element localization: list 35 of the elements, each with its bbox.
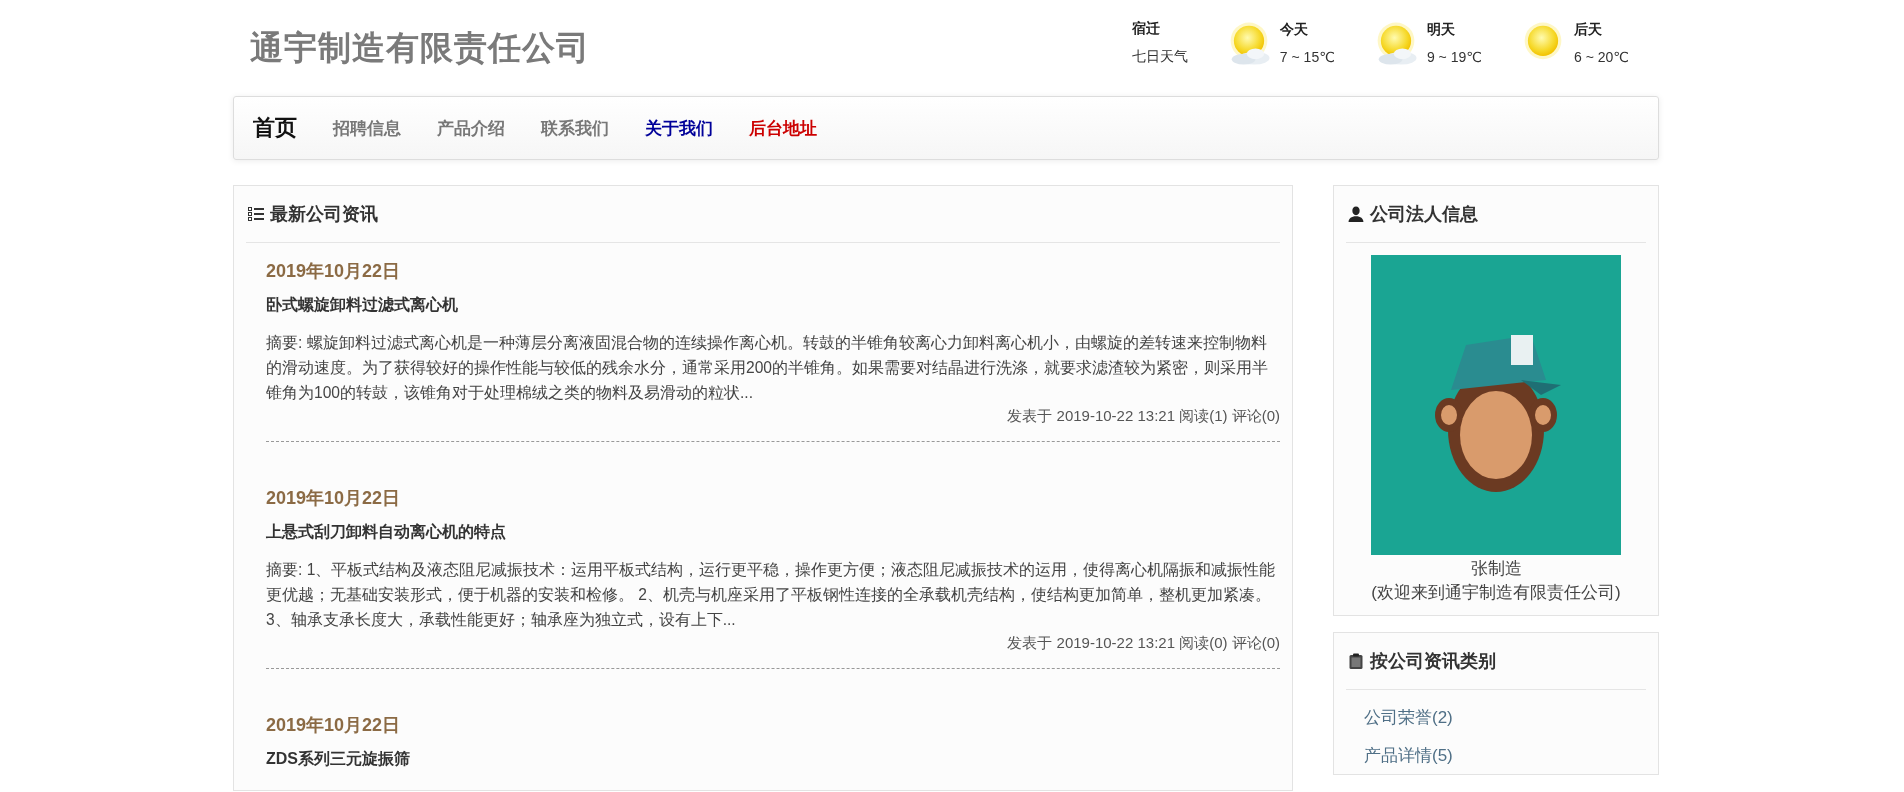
article-date: 2019年10月22日 [266,487,402,510]
nav-link[interactable]: 产品介绍 [437,116,505,140]
article-title[interactable]: ZDS系列三元旋振筛 [266,749,1280,770]
nav-link[interactable]: 首页 [253,113,297,143]
category-link[interactable]: 公司荣誉(2) [1364,705,1453,729]
weather-day: 今天 [1279,21,1335,39]
panel-heading: 按公司资讯类别 [1370,650,1496,673]
owner-greeting: (欢迎来到通宇制造有限责任公司) [1371,582,1621,604]
article-summary: 摘要: 螺旋卸料过滤式离心机是一种薄层分离液固混合物的连续操作离心机。转鼓的半锥角较离心力卸料离心机小，由螺旋的差转速来控制物料的滑动速度。为了获得较好的操作性能与较低的残余水分，通常采用200的半锥角。如果需要对结晶进行洗涤，就要求滤渣较为紧密，则采用半锥角为100的转鼓，该锥角对于处理棉绒之类的物料及易滑动的粒状... [266,333,1270,403]
panel-heading: 公司法人信息 [1370,203,1478,226]
category-link[interactable]: 产品详情(5) [1364,743,1453,767]
temperature-range: 6 ~ 20℃ [1573,49,1629,65]
article-date: 2019年10月22日 [266,714,402,737]
weather-day: 明天 [1426,21,1482,39]
weather-day: 后天 [1573,21,1629,39]
article-meta: 发表于 2019-10-22 13:21 阅读(0) 评论(0) [1006,634,1280,653]
clipboard-icon [1348,653,1364,669]
nav-link[interactable]: 联系我们 [541,116,609,140]
article-summary: 摘要: 1、平板式结构及液态阻尼减振技术：运用平板式结构，运行更平稳，操作更方便；液态阻尼减振技术的运用，使得离心机隔振和减振性能更优越；无基础安装形式，便于机器的安装和检修。 2、机壳与机座采用了平板钢性连接的全承载机壳结构，使结构更加简单，整机更加紧凑。 3、轴承支承长度大，承载性能更好；轴承座为独立式，设有上下... [266,560,1277,630]
nav-link[interactable]: 关于我们 [645,116,713,140]
owner-name: 张制造 [1470,558,1522,580]
article-meta: 发表于 2019-10-22 13:21 阅读(1) 评论(0) [1006,407,1280,426]
site-title: 通宇制造有限责任公司 [250,27,590,68]
weather-city: 宿迁 [1131,20,1161,38]
panel-heading: 最新公司资讯 [270,203,378,226]
nav-link[interactable]: 招聘信息 [333,116,401,140]
temperature-range: 9 ~ 19℃ [1426,49,1482,65]
article-title[interactable]: 卧式螺旋卸料过滤式离心机 [266,295,1280,316]
article-title[interactable]: 上悬式刮刀卸料自动离心机的特点 [266,522,1280,543]
article-date: 2019年10月22日 [266,260,402,283]
weather-caption: 七日天气 [1131,48,1188,66]
user-icon [1348,206,1364,222]
list-icon [248,206,264,222]
temperature-range: 7 ~ 15℃ [1279,49,1335,65]
nav-link[interactable]: 后台地址 [749,116,817,140]
